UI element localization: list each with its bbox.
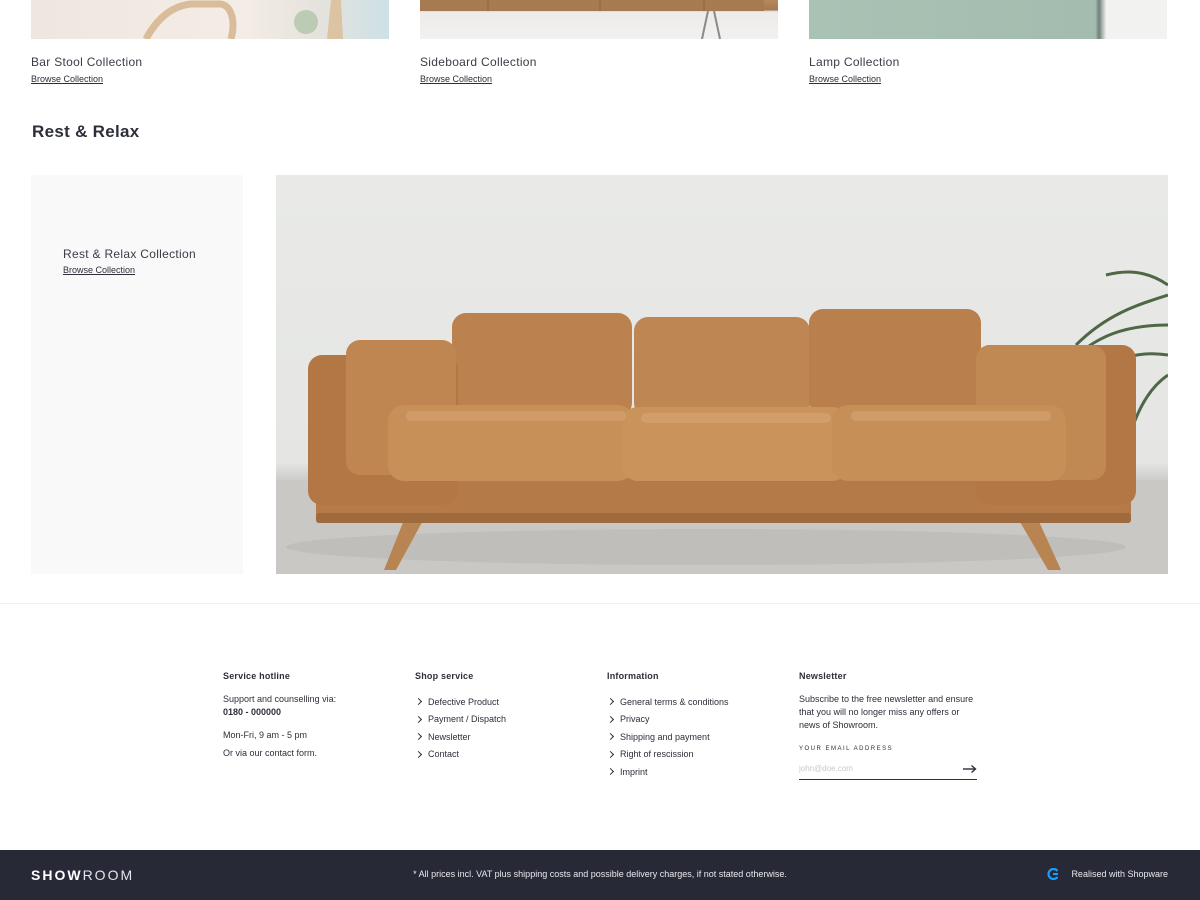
lamp-image[interactable]: [809, 0, 1167, 39]
bottom-bar: SHOWROOM * All prices incl. VAT plus shi…: [0, 850, 1200, 900]
footer-column-title: Newsletter: [799, 671, 847, 681]
collection-lamp[interactable]: Lamp Collection Browse Collection: [809, 0, 1167, 84]
newsletter-description: Subscribe to the free newsletter and ens…: [799, 694, 974, 730]
newsletter-email-label: YOUR EMAIL ADDRESS: [799, 746, 894, 752]
rest-relax-card[interactable]: Rest & Relax Collection Browse Collectio…: [31, 175, 243, 574]
realised-with-shopware[interactable]: Realised with Shopware: [1047, 868, 1168, 880]
footer-link-newsletter[interactable]: Newsletter: [414, 728, 506, 746]
bar-stool-image[interactable]: [31, 0, 389, 39]
collection-name: Sideboard Collection: [420, 55, 537, 69]
browse-collection-link[interactable]: Browse Collection: [809, 74, 881, 84]
chevron-right-icon: [606, 733, 615, 741]
chevron-right-icon: [606, 768, 615, 776]
section-title: Rest & Relax: [32, 122, 140, 141]
browse-collection-link[interactable]: Browse Collection: [420, 74, 492, 84]
chevron-right-icon: [414, 698, 423, 706]
collection-name: Rest & Relax Collection: [63, 247, 196, 261]
footer-column-title: Shop service: [415, 671, 474, 681]
collection-bar-stool[interactable]: Bar Stool Collection Browse Collection: [31, 0, 389, 84]
browse-collection-link[interactable]: Browse Collection: [31, 74, 103, 84]
chevron-right-icon: [414, 733, 423, 741]
collection-name: Lamp Collection: [809, 55, 900, 69]
footer-link-privacy[interactable]: Privacy: [606, 711, 729, 729]
arrow-right-icon[interactable]: [963, 763, 977, 775]
footer-column-title: Information: [607, 671, 659, 681]
footer-newsletter: Newsletter Subscribe to the free newslet…: [799, 671, 979, 780]
footer-link-contact[interactable]: Contact: [414, 746, 506, 764]
hotline-intro: Support and counselling via:: [223, 694, 337, 704]
sofa-hero-image[interactable]: [276, 175, 1168, 574]
footer-link-defective-product[interactable]: Defective Product: [414, 693, 506, 711]
collection-name: Bar Stool Collection: [31, 55, 143, 69]
footer-divider: [0, 603, 1200, 604]
chevron-right-icon: [414, 750, 423, 758]
chevron-right-icon: [414, 715, 423, 723]
chevron-right-icon: [606, 698, 615, 706]
footer-link-terms[interactable]: General terms & conditions: [606, 693, 729, 711]
sideboard-image[interactable]: [420, 0, 778, 39]
vat-notice: * All prices incl. VAT plus shipping cos…: [413, 869, 787, 879]
footer-shop-service: Shop service Defective Product Payment /…: [414, 671, 506, 764]
footer-service-hotline: Service hotline Support and counselling …: [223, 671, 336, 760]
hotline-hours: Mon-Fri, 9 am - 5 pm: [223, 730, 308, 740]
footer-information: Information General terms & conditions P…: [606, 671, 729, 781]
collection-row: Bar Stool Collection Browse Collection S…: [31, 0, 1169, 100]
hotline-contact-form[interactable]: Or via our contact form.: [223, 747, 336, 760]
footer-link-rescission[interactable]: Right of rescission: [606, 746, 729, 764]
chevron-right-icon: [606, 750, 615, 758]
chevron-right-icon: [606, 715, 615, 723]
footer-link-shipping[interactable]: Shipping and payment: [606, 728, 729, 746]
newsletter-field: [799, 758, 977, 780]
footer-link-payment-dispatch[interactable]: Payment / Dispatch: [414, 711, 506, 729]
hotline-phone[interactable]: 0180 - 000000: [223, 706, 336, 719]
browse-collection-link[interactable]: Browse Collection: [63, 265, 135, 275]
footer-column-title: Service hotline: [223, 671, 291, 681]
shopware-logo-icon: [1047, 868, 1059, 880]
newsletter-email-input[interactable]: [799, 758, 949, 779]
footer-link-imprint[interactable]: Imprint: [606, 763, 729, 781]
collection-sideboard[interactable]: Sideboard Collection Browse Collection: [420, 0, 778, 84]
